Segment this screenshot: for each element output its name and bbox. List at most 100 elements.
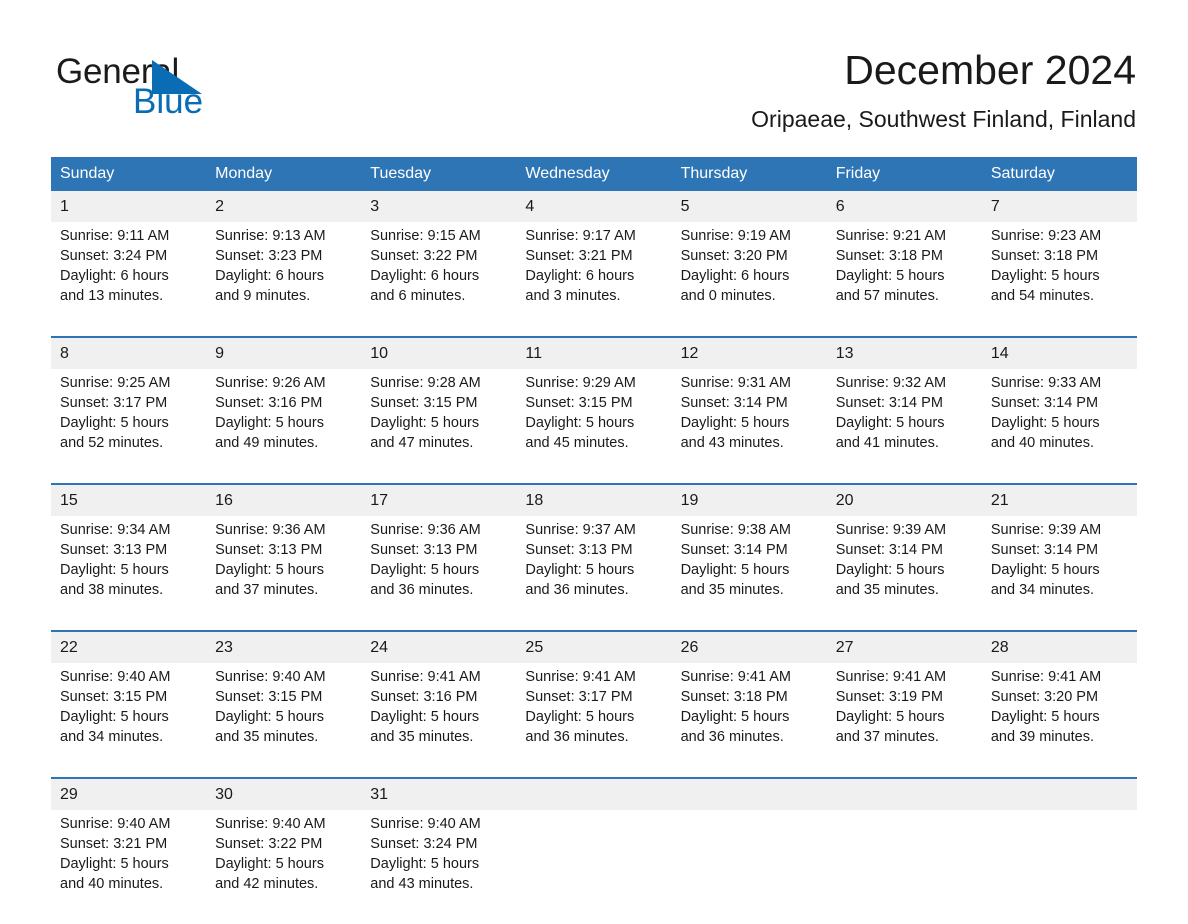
day-cell[interactable]: Sunrise: 9:39 AM Sunset: 3:14 PM Dayligh… — [981, 516, 1137, 631]
daylight-text-line1: Daylight: 6 hours — [60, 268, 169, 284]
day-number[interactable]: 3 — [361, 191, 517, 222]
day-cell[interactable]: Sunrise: 9:41 AM Sunset: 3:16 PM Dayligh… — [361, 663, 517, 778]
daylight-text-line2: and 52 minutes. — [60, 435, 164, 451]
day-number[interactable]: 17 — [361, 483, 517, 516]
day-number[interactable]: 7 — [981, 191, 1137, 222]
day-cell[interactable]: Sunrise: 9:38 AM Sunset: 3:14 PM Dayligh… — [671, 516, 827, 631]
day-number[interactable]: 23 — [206, 630, 362, 663]
sunset-text: Sunset: 3:24 PM — [370, 836, 478, 852]
day-cell[interactable]: Sunrise: 9:26 AM Sunset: 3:16 PM Dayligh… — [206, 369, 362, 484]
day-number[interactable]: 12 — [671, 336, 827, 369]
day-cell[interactable]: Sunrise: 9:11 AM Sunset: 3:24 PM Dayligh… — [51, 222, 207, 337]
day-number[interactable]: 13 — [826, 336, 982, 369]
day-number[interactable]: 24 — [361, 630, 517, 663]
day-number[interactable]: 4 — [516, 191, 672, 222]
day-cell[interactable]: Sunrise: 9:40 AM Sunset: 3:24 PM Dayligh… — [361, 810, 517, 924]
daylight-text-line1: Daylight: 5 hours — [525, 415, 635, 431]
sunset-text: Sunset: 3:23 PM — [215, 248, 323, 264]
daylight-text-line2: and 40 minutes. — [60, 876, 164, 892]
day-cell[interactable]: Sunrise: 9:41 AM Sunset: 3:20 PM Dayligh… — [981, 663, 1137, 778]
day-cell[interactable]: Sunrise: 9:40 AM Sunset: 3:15 PM Dayligh… — [206, 663, 362, 778]
calendar-container: Sunday Monday Tuesday Wednesday Thursday… — [51, 157, 1137, 924]
day-cell[interactable]: Sunrise: 9:31 AM Sunset: 3:14 PM Dayligh… — [671, 369, 827, 484]
daylight-text-line1: Daylight: 5 hours — [525, 709, 635, 725]
day-number[interactable]: 8 — [51, 336, 207, 369]
day-number[interactable]: 19 — [671, 483, 827, 516]
day-cell[interactable]: Sunrise: 9:40 AM Sunset: 3:21 PM Dayligh… — [51, 810, 207, 924]
daylight-text-line1: Daylight: 6 hours — [680, 268, 790, 284]
day-number[interactable]: 14 — [981, 336, 1137, 369]
daylight-text-line2: and 38 minutes. — [60, 582, 164, 598]
day-cell[interactable]: Sunrise: 9:23 AM Sunset: 3:18 PM Dayligh… — [981, 222, 1137, 337]
sunset-text: Sunset: 3:13 PM — [60, 542, 168, 558]
day-cell[interactable]: Sunrise: 9:41 AM Sunset: 3:19 PM Dayligh… — [826, 663, 982, 778]
sunrise-text: Sunrise: 9:36 AM — [370, 522, 481, 538]
day-number[interactable]: 1 — [51, 191, 207, 222]
day-cell[interactable]: Sunrise: 9:36 AM Sunset: 3:13 PM Dayligh… — [206, 516, 362, 631]
daylight-text-line2: and 35 minutes. — [215, 729, 319, 745]
day-number[interactable]: 22 — [51, 630, 207, 663]
day-number[interactable]: 5 — [671, 191, 827, 222]
weekday-header-wednesday: Wednesday — [516, 157, 672, 191]
day-cell[interactable]: Sunrise: 9:39 AM Sunset: 3:14 PM Dayligh… — [826, 516, 982, 631]
day-cell[interactable]: Sunrise: 9:41 AM Sunset: 3:17 PM Dayligh… — [516, 663, 672, 778]
day-cell[interactable]: Sunrise: 9:13 AM Sunset: 3:23 PM Dayligh… — [206, 222, 362, 337]
sunrise-text: Sunrise: 9:40 AM — [60, 669, 171, 685]
sunset-text: Sunset: 3:21 PM — [525, 248, 633, 264]
sunset-text: Sunset: 3:22 PM — [370, 248, 478, 264]
day-number[interactable]: 29 — [51, 777, 207, 810]
day-number[interactable]: 21 — [981, 483, 1137, 516]
sunrise-text: Sunrise: 9:17 AM — [525, 228, 636, 244]
day-cell[interactable]: Sunrise: 9:19 AM Sunset: 3:20 PM Dayligh… — [671, 222, 827, 337]
sunrise-text: Sunrise: 9:32 AM — [835, 375, 947, 391]
day-number[interactable]: 2 — [206, 191, 362, 222]
day-cell[interactable]: Sunrise: 9:40 AM Sunset: 3:15 PM Dayligh… — [51, 663, 207, 778]
week-detail-row: Sunrise: 9:25 AM Sunset: 3:17 PM Dayligh… — [51, 369, 1137, 484]
day-number[interactable]: 20 — [826, 483, 982, 516]
day-cell[interactable]: Sunrise: 9:37 AM Sunset: 3:13 PM Dayligh… — [516, 516, 672, 631]
day-cell[interactable]: Sunrise: 9:28 AM Sunset: 3:15 PM Dayligh… — [361, 369, 517, 484]
day-number[interactable]: 16 — [206, 483, 362, 516]
day-cell[interactable]: Sunrise: 9:15 AM Sunset: 3:22 PM Dayligh… — [361, 222, 517, 337]
day-number[interactable]: 15 — [51, 483, 207, 516]
day-cell[interactable]: Sunrise: 9:40 AM Sunset: 3:22 PM Dayligh… — [206, 810, 362, 924]
sunrise-text: Sunrise: 9:40 AM — [60, 816, 171, 832]
day-cell[interactable]: Sunrise: 9:41 AM Sunset: 3:18 PM Dayligh… — [671, 663, 827, 778]
daylight-text-line1: Daylight: 5 hours — [60, 415, 169, 431]
sunrise-text: Sunrise: 9:41 AM — [370, 669, 481, 685]
day-number[interactable]: 30 — [206, 777, 362, 810]
day-number-empty — [671, 777, 827, 810]
day-cell[interactable]: Sunrise: 9:21 AM Sunset: 3:18 PM Dayligh… — [826, 222, 982, 337]
day-number[interactable]: 28 — [981, 630, 1137, 663]
page-header: General Blue December 2024 Oripaeae, Sou… — [0, 0, 1188, 150]
day-number[interactable]: 27 — [826, 630, 982, 663]
day-number[interactable]: 18 — [516, 483, 672, 516]
day-number[interactable]: 11 — [516, 336, 672, 369]
day-cell[interactable]: Sunrise: 9:36 AM Sunset: 3:13 PM Dayligh… — [361, 516, 517, 631]
sunrise-text: Sunrise: 9:21 AM — [835, 228, 947, 244]
day-number[interactable]: 31 — [361, 777, 517, 810]
day-number[interactable]: 10 — [361, 336, 517, 369]
sunrise-text: Sunrise: 9:40 AM — [215, 816, 326, 832]
daylight-text-line2: and 41 minutes. — [835, 435, 939, 451]
day-cell[interactable]: Sunrise: 9:34 AM Sunset: 3:13 PM Dayligh… — [51, 516, 207, 631]
day-cell[interactable]: Sunrise: 9:25 AM Sunset: 3:17 PM Dayligh… — [51, 369, 207, 484]
daylight-text-line2: and 49 minutes. — [215, 435, 319, 451]
day-number[interactable]: 6 — [826, 191, 982, 222]
sunrise-text: Sunrise: 9:31 AM — [680, 375, 791, 391]
day-number[interactable]: 25 — [516, 630, 672, 663]
day-cell[interactable]: Sunrise: 9:17 AM Sunset: 3:21 PM Dayligh… — [516, 222, 672, 337]
day-cell[interactable]: Sunrise: 9:29 AM Sunset: 3:15 PM Dayligh… — [516, 369, 672, 484]
sunrise-text: Sunrise: 9:28 AM — [370, 375, 481, 391]
daylight-text-line1: Daylight: 5 hours — [370, 562, 480, 578]
day-cell[interactable]: Sunrise: 9:33 AM Sunset: 3:14 PM Dayligh… — [981, 369, 1137, 484]
week-date-row: 1 2 3 4 5 6 7 — [51, 191, 1137, 222]
sunset-text: Sunset: 3:16 PM — [370, 689, 478, 705]
daylight-text-line1: Daylight: 5 hours — [370, 415, 480, 431]
sunset-text: Sunset: 3:20 PM — [990, 689, 1099, 705]
day-number[interactable]: 26 — [671, 630, 827, 663]
day-cell[interactable]: Sunrise: 9:32 AM Sunset: 3:14 PM Dayligh… — [826, 369, 982, 484]
weekday-header-tuesday: Tuesday — [361, 157, 517, 191]
daylight-text-line1: Daylight: 5 hours — [990, 709, 1100, 725]
day-number[interactable]: 9 — [206, 336, 362, 369]
